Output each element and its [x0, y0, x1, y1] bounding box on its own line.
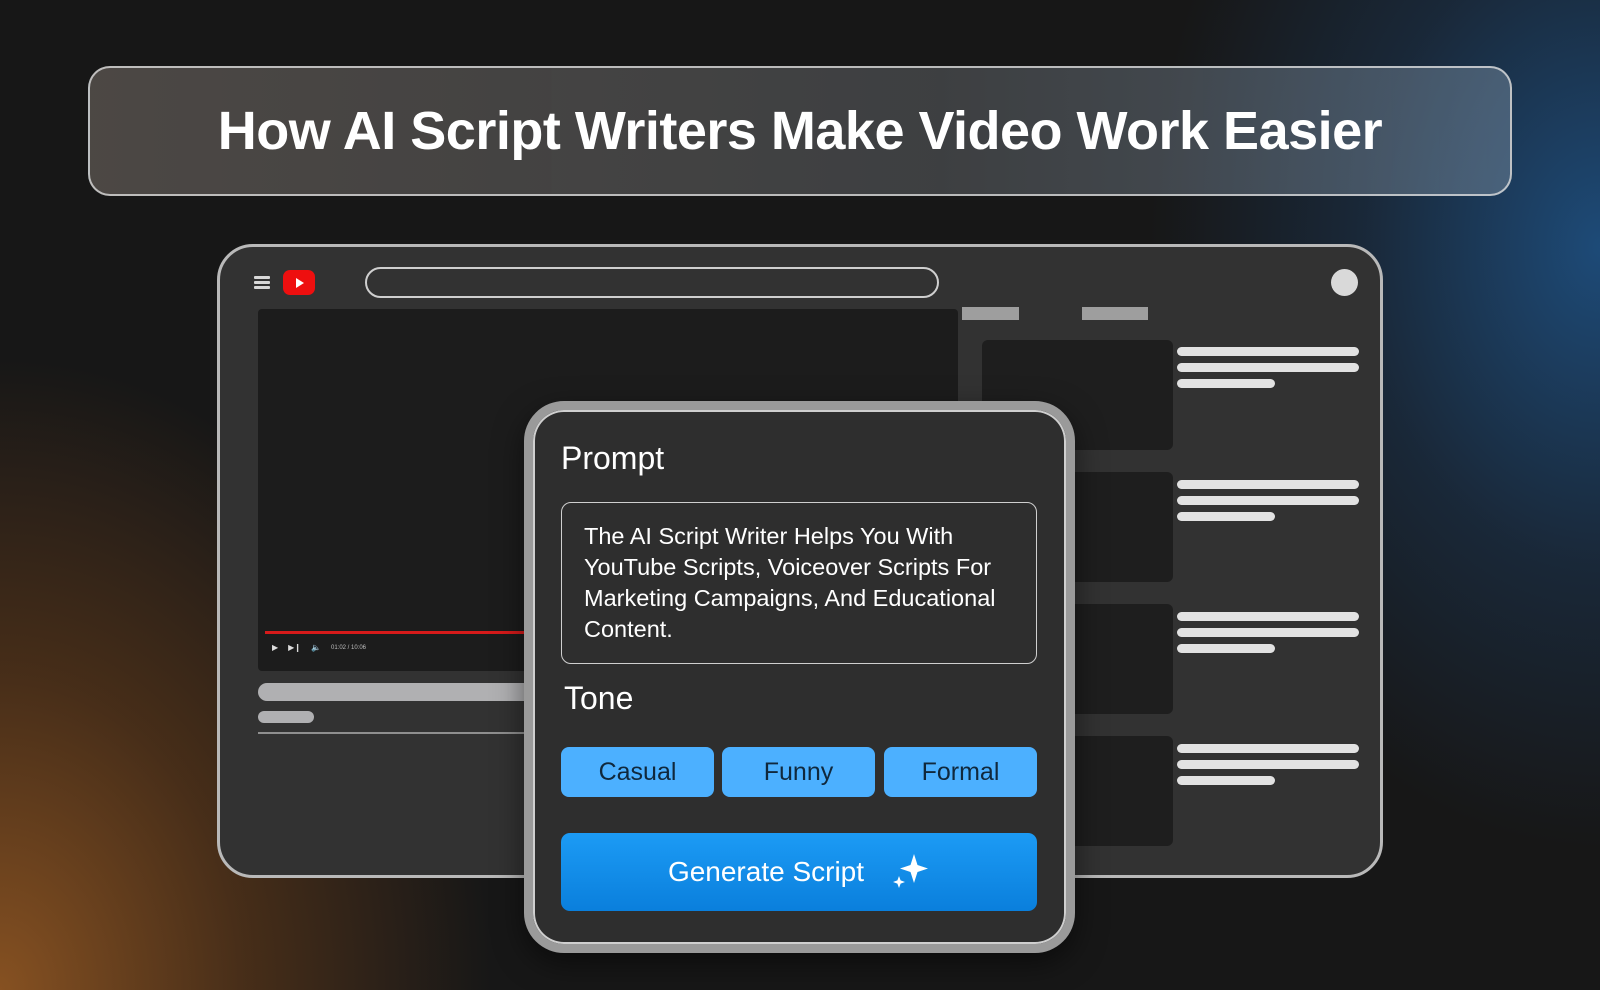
recommended-text-placeholder — [1177, 512, 1275, 521]
divider — [258, 732, 558, 734]
recommended-text-placeholder — [1177, 379, 1275, 388]
filter-chip-placeholder[interactable] — [1082, 307, 1148, 320]
video-title-placeholder — [258, 683, 558, 701]
recommended-text-placeholder — [1177, 644, 1275, 653]
avatar[interactable] — [1331, 269, 1358, 296]
volume-icon[interactable]: 🔈 — [311, 643, 321, 652]
tone-funny-button[interactable]: Funny — [722, 747, 875, 797]
recommended-text-placeholder — [1177, 347, 1359, 356]
recommended-text-placeholder — [1177, 612, 1359, 621]
tone-formal-button[interactable]: Formal — [884, 747, 1037, 797]
recommended-text-placeholder — [1177, 760, 1359, 769]
prompt-textarea[interactable]: The AI Script Writer Helps You With YouT… — [561, 502, 1037, 664]
next-icon[interactable]: ▶❙ — [288, 643, 301, 652]
recommended-text-placeholder — [1177, 628, 1359, 637]
filter-chip-placeholder[interactable] — [962, 307, 1019, 320]
channel-placeholder — [258, 711, 314, 723]
title-banner: How AI Script Writers Make Video Work Ea… — [88, 66, 1512, 196]
youtube-logo-icon[interactable] — [283, 270, 315, 295]
generate-script-button[interactable]: Generate Script — [561, 833, 1037, 911]
page-title: How AI Script Writers Make Video Work Ea… — [217, 101, 1383, 161]
recommended-text-placeholder — [1177, 744, 1359, 753]
play-icon[interactable]: ▶ — [272, 643, 278, 652]
tone-casual-button[interactable]: Casual — [561, 747, 714, 797]
search-input[interactable] — [365, 267, 939, 298]
time-readout: 01:02 / 10:06 — [330, 644, 367, 651]
recommended-text-placeholder — [1177, 776, 1275, 785]
recommended-text-placeholder — [1177, 496, 1359, 505]
prompt-label: Prompt — [561, 440, 665, 476]
tone-label: Tone — [564, 680, 634, 716]
player-controls: ▶ ▶❙ 🔈 01:02 / 10:06 — [272, 643, 366, 652]
recommended-text-placeholder — [1177, 363, 1359, 372]
recommended-text-placeholder — [1177, 480, 1359, 489]
prompt-card: Prompt The AI Script Writer Helps You Wi… — [524, 401, 1075, 953]
generate-script-label: Generate Script — [667, 856, 865, 887]
menu-icon[interactable] — [254, 276, 270, 290]
sparkle-icon — [893, 854, 929, 888]
